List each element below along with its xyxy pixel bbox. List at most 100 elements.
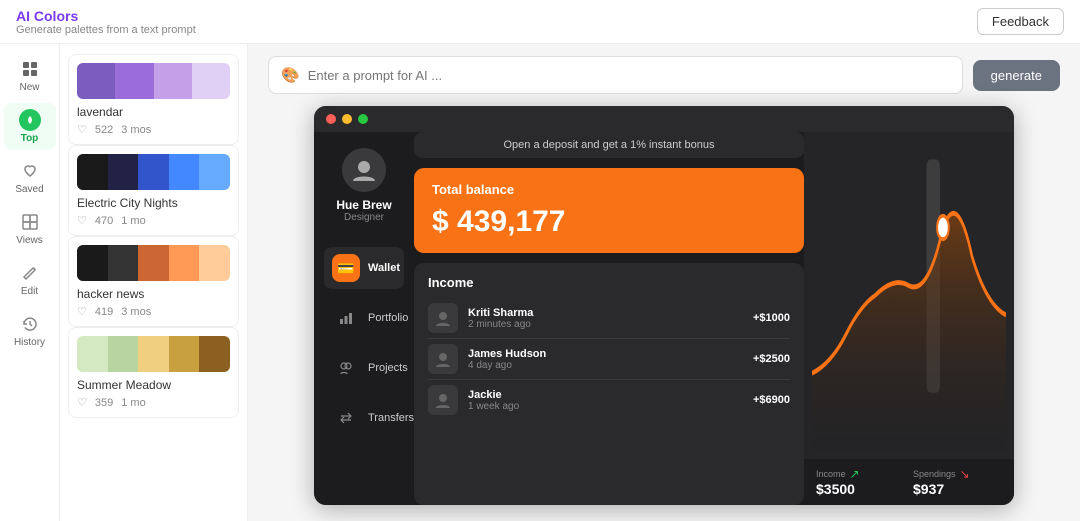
income-card: Income Kriti Sharma 2 minutes ago +$1000 bbox=[414, 263, 804, 505]
income-name: Jackie bbox=[468, 389, 743, 401]
palette-meta: ♡ 419 3 mos bbox=[77, 305, 230, 318]
spendings-stat: Spendings ↘ $937 bbox=[913, 467, 1002, 497]
palette-likes: 359 bbox=[95, 397, 113, 409]
sidebar-item-history[interactable]: History bbox=[4, 307, 56, 354]
income-stat-value: $3500 bbox=[816, 481, 905, 497]
income-info: James Hudson 4 day ago bbox=[468, 348, 743, 371]
income-row: Kriti Sharma 2 minutes ago +$1000 bbox=[428, 298, 790, 339]
sidebar-item-top[interactable]: Top bbox=[4, 103, 56, 150]
palette-meta: ♡ 470 1 mo bbox=[77, 214, 230, 227]
income-info: Kriti Sharma 2 minutes ago bbox=[468, 307, 743, 330]
palette-age: 1 mo bbox=[121, 397, 145, 409]
income-info: Jackie 1 week ago bbox=[468, 389, 743, 412]
palette-card[interactable]: hacker news ♡ 419 3 mos bbox=[68, 236, 239, 327]
projects-icon bbox=[332, 354, 360, 382]
sidebar-item-new[interactable]: New bbox=[4, 52, 56, 99]
app-nav: Hue Brew Designer 💳 Wallet bbox=[314, 132, 414, 505]
income-name: Kriti Sharma bbox=[468, 307, 743, 319]
palette-card[interactable]: lavendar ♡ 522 3 mos bbox=[68, 54, 239, 145]
app-center-content: Open a deposit and get a 1% instant bonu… bbox=[414, 132, 804, 505]
main-layout: New Top Saved bbox=[0, 44, 1080, 521]
palette-panel: lavendar ♡ 522 3 mos Electric City Night… bbox=[60, 44, 248, 521]
income-time: 2 minutes ago bbox=[468, 319, 743, 330]
palette-card[interactable]: Electric City Nights ♡ 470 1 mo bbox=[68, 145, 239, 236]
generate-button[interactable]: generate bbox=[973, 60, 1060, 91]
nav-item-portfolio[interactable]: Portfolio bbox=[324, 297, 404, 339]
heart-icon bbox=[19, 160, 41, 182]
income-trend-icon: ↗ bbox=[850, 467, 860, 481]
palette-age: 3 mos bbox=[121, 306, 151, 318]
income-avatar bbox=[428, 385, 458, 415]
portfolio-icon bbox=[332, 304, 360, 332]
notification-bar: Open a deposit and get a 1% instant bonu… bbox=[414, 132, 804, 158]
top-bar: AI Colors Generate palettes from a text … bbox=[0, 0, 1080, 44]
app-profile: Hue Brew Designer bbox=[324, 148, 404, 223]
nav-item-transfers[interactable]: Transfers bbox=[324, 397, 404, 439]
chart-area: JanFebMarAprMayJunJul bbox=[804, 132, 1014, 459]
spendings-stat-label: Spendings bbox=[913, 469, 956, 479]
income-stat: Income ↗ $3500 bbox=[816, 467, 905, 497]
palette-age: 1 mo bbox=[121, 215, 145, 227]
palette-likes: 470 bbox=[95, 215, 113, 227]
left-sidebar: New Top Saved bbox=[0, 44, 60, 521]
income-name: James Hudson bbox=[468, 348, 743, 360]
content-area: 🎨 generate bbox=[248, 44, 1080, 521]
nav-wallet-label: Wallet bbox=[368, 262, 400, 274]
wallet-icon: 💳 bbox=[332, 254, 360, 282]
prompt-bar: 🎨 generate bbox=[248, 44, 1080, 106]
nav-item-wallet[interactable]: 💳 Wallet bbox=[324, 247, 404, 289]
minimize-dot bbox=[342, 114, 352, 124]
sidebar-item-saved-label: Saved bbox=[15, 184, 43, 195]
palette-name: Summer Meadow bbox=[77, 378, 230, 392]
transfers-icon bbox=[332, 404, 360, 432]
views-icon bbox=[19, 211, 41, 233]
nav-projects-label: Projects bbox=[368, 362, 408, 374]
income-amount: +$2500 bbox=[753, 353, 790, 365]
income-title: Income bbox=[428, 275, 790, 290]
history-icon bbox=[19, 313, 41, 335]
profile-role: Designer bbox=[344, 212, 384, 223]
profile-name: Hue Brew bbox=[336, 198, 391, 212]
new-icon bbox=[19, 58, 41, 80]
app-body: Hue Brew Designer 💳 Wallet bbox=[314, 132, 1014, 505]
nav-item-projects[interactable]: Projects bbox=[324, 347, 404, 389]
spendings-trend-icon: ↘ bbox=[960, 467, 970, 481]
palette-card[interactable]: Summer Meadow ♡ 359 1 mo bbox=[68, 327, 239, 418]
balance-amount: $ 439,177 bbox=[432, 205, 786, 239]
spendings-stat-value: $937 bbox=[913, 481, 1002, 497]
palette-name: lavendar bbox=[77, 105, 230, 119]
income-row: Jackie 1 week ago +$6900 bbox=[428, 380, 790, 420]
sidebar-item-views[interactable]: Views bbox=[4, 205, 56, 252]
app-titlebar bbox=[314, 106, 1014, 132]
prompt-input[interactable] bbox=[308, 68, 950, 83]
sidebar-item-edit[interactable]: Edit bbox=[4, 256, 56, 303]
sidebar-item-new-label: New bbox=[19, 82, 39, 93]
ai-icon: 🎨 bbox=[281, 66, 300, 84]
nav-portfolio-label: Portfolio bbox=[368, 312, 408, 324]
income-avatar bbox=[428, 344, 458, 374]
income-time: 1 week ago bbox=[468, 401, 743, 412]
palette-name: hacker news bbox=[77, 287, 230, 301]
income-time: 4 day ago bbox=[468, 360, 743, 371]
chart-svg bbox=[812, 140, 1006, 451]
balance-card: Total balance $ 439,177 bbox=[414, 168, 804, 253]
income-stat-label: Income bbox=[816, 469, 846, 479]
palette-likes: 522 bbox=[95, 124, 113, 136]
maximize-dot bbox=[358, 114, 368, 124]
app-preview: Hue Brew Designer 💳 Wallet bbox=[314, 106, 1014, 505]
income-row: James Hudson 4 day ago +$2500 bbox=[428, 339, 790, 380]
app-subtitle: Generate palettes from a text prompt bbox=[16, 24, 196, 36]
sidebar-item-saved[interactable]: Saved bbox=[4, 154, 56, 201]
sidebar-item-edit-label: Edit bbox=[21, 286, 38, 297]
top-icon bbox=[19, 109, 41, 131]
palette-likes: 419 bbox=[95, 306, 113, 318]
palette-name: Electric City Nights bbox=[77, 196, 230, 210]
nav-transfers-label: Transfers bbox=[368, 412, 414, 424]
palette-meta: ♡ 522 3 mos bbox=[77, 123, 230, 136]
sidebar-item-history-label: History bbox=[14, 337, 45, 348]
sidebar-item-top-label: Top bbox=[21, 133, 39, 144]
feedback-button[interactable]: Feedback bbox=[977, 8, 1064, 35]
sidebar-item-views-label: Views bbox=[16, 235, 43, 246]
income-amount: +$1000 bbox=[753, 312, 790, 324]
app-title: AI Colors bbox=[16, 8, 196, 24]
